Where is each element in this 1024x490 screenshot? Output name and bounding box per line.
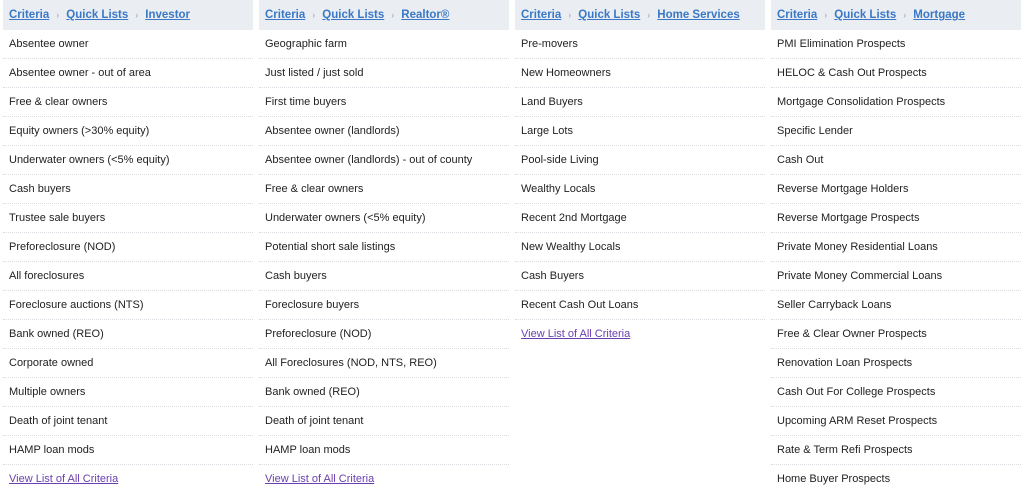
list-item[interactable]: HAMP loan mods (259, 436, 509, 465)
breadcrumb-link-mortgage[interactable]: Mortgage (913, 9, 965, 21)
list-item[interactable]: Preforeclosure (NOD) (259, 320, 509, 349)
list-item[interactable]: First time buyers (259, 88, 509, 117)
list-item[interactable]: Upcoming ARM Reset Prospects (771, 407, 1021, 436)
list-item[interactable]: Specific Lender (771, 117, 1021, 146)
breadcrumb-separator-icon: › (647, 10, 651, 20)
breadcrumb-separator-icon: › (391, 10, 395, 20)
breadcrumb: Criteria › Quick Lists › Mortgage (771, 0, 1021, 30)
list-item[interactable]: Land Buyers (515, 88, 765, 117)
view-all-criteria-link[interactable]: View List of All Criteria (521, 328, 630, 340)
list-item[interactable]: New Wealthy Locals (515, 233, 765, 262)
breadcrumb: Criteria › Quick Lists › Home Services (515, 0, 765, 30)
list-item[interactable]: Multiple owners (3, 378, 253, 407)
breadcrumb-link-criteria[interactable]: Criteria (521, 9, 561, 21)
list-item[interactable]: Death of joint tenant (3, 407, 253, 436)
breadcrumb-link-criteria[interactable]: Criteria (777, 9, 817, 21)
list-item[interactable]: All foreclosures (3, 262, 253, 291)
list-item[interactable]: Cash Buyers (515, 262, 765, 291)
list-item[interactable]: Recent Cash Out Loans (515, 291, 765, 320)
breadcrumb: Criteria › Quick Lists › Investor (3, 0, 253, 30)
breadcrumb-link-home-services[interactable]: Home Services (657, 9, 739, 21)
list-item[interactable]: Pool-side Living (515, 146, 765, 175)
list-item[interactable]: Underwater owners (<5% equity) (259, 204, 509, 233)
quick-list-column-home-services: Criteria › Quick Lists › Home Services Pre-mo… (512, 0, 768, 490)
breadcrumb-link-quick-lists[interactable]: Quick Lists (834, 9, 896, 21)
list-item[interactable]: Foreclosure buyers (259, 291, 509, 320)
breadcrumb-separator-icon: › (568, 10, 572, 20)
list-item[interactable]: Reverse Mortgage Prospects (771, 204, 1021, 233)
list-item[interactable]: Cash Out For College Prospects (771, 378, 1021, 407)
list-item[interactable]: Death of joint tenant (259, 407, 509, 436)
quick-lists-columns: Criteria › Quick Lists › Investor Absentee ow… (0, 0, 1024, 490)
list-item[interactable]: Home Buyer Prospects (771, 465, 1021, 490)
breadcrumb-separator-icon: › (903, 10, 907, 20)
list-item[interactable]: Reverse Mortgage Holders (771, 175, 1021, 204)
breadcrumb-separator-icon: › (824, 10, 828, 20)
list-item[interactable]: Large Lots (515, 117, 765, 146)
criteria-list: Absentee owner Absentee owner - out of ar… (3, 30, 253, 490)
list-item[interactable]: HAMP loan mods (3, 436, 253, 465)
list-item[interactable]: Foreclosure auctions (NTS) (3, 291, 253, 320)
list-item[interactable]: Geographic farm (259, 30, 509, 59)
list-item[interactable]: Underwater owners (<5% equity) (3, 146, 253, 175)
list-item[interactable]: Wealthy Locals (515, 175, 765, 204)
list-item[interactable]: Free & clear owners (259, 175, 509, 204)
list-item[interactable]: Renovation Loan Prospects (771, 349, 1021, 378)
breadcrumb-link-quick-lists[interactable]: Quick Lists (578, 9, 640, 21)
list-item[interactable]: New Homeowners (515, 59, 765, 88)
breadcrumb-link-criteria[interactable]: Criteria (9, 9, 49, 21)
list-item[interactable]: Rate & Term Refi Prospects (771, 436, 1021, 465)
criteria-list: Geographic farm Just listed / just sold Fi… (259, 30, 509, 490)
list-item[interactable]: Bank owned (REO) (259, 378, 509, 407)
list-item[interactable]: Absentee owner - out of area (3, 59, 253, 88)
list-item[interactable]: PMI Elimination Prospects (771, 30, 1021, 59)
list-item[interactable]: Mortgage Consolidation Prospects (771, 88, 1021, 117)
view-all-criteria-item: View List of All Criteria (515, 320, 765, 349)
list-item[interactable]: Bank owned (REO) (3, 320, 253, 349)
list-item[interactable]: Seller Carryback Loans (771, 291, 1021, 320)
breadcrumb-link-criteria[interactable]: Criteria (265, 9, 305, 21)
breadcrumb-separator-icon: › (56, 10, 60, 20)
view-all-criteria-item: View List of All Criteria (3, 465, 253, 490)
list-item[interactable]: Cash buyers (3, 175, 253, 204)
breadcrumb: Criteria › Quick Lists › Realtor® (259, 0, 509, 30)
criteria-list: PMI Elimination Prospects HELOC & Cash Ou… (771, 30, 1021, 490)
list-item[interactable]: Corporate owned (3, 349, 253, 378)
list-item[interactable]: Free & Clear Owner Prospects (771, 320, 1021, 349)
list-item[interactable]: Preforeclosure (NOD) (3, 233, 253, 262)
breadcrumb-separator-icon: › (312, 10, 316, 20)
list-item[interactable]: Absentee owner (landlords) - out of coun… (259, 146, 509, 175)
list-item[interactable]: Cash buyers (259, 262, 509, 291)
quick-list-column-realtor: Criteria › Quick Lists › Realtor® Geographic … (256, 0, 512, 490)
list-item[interactable]: HELOC & Cash Out Prospects (771, 59, 1021, 88)
breadcrumb-link-quick-lists[interactable]: Quick Lists (66, 9, 128, 21)
criteria-list: Pre-movers New Homeowners Land Buyers Large… (515, 30, 765, 349)
list-item[interactable]: All Foreclosures (NOD, NTS, REO) (259, 349, 509, 378)
list-item[interactable]: Absentee owner (3, 30, 253, 59)
breadcrumb-link-investor[interactable]: Investor (145, 9, 190, 21)
list-item[interactable]: Free & clear owners (3, 88, 253, 117)
list-item[interactable]: Private Money Commercial Loans (771, 262, 1021, 291)
list-item[interactable]: Potential short sale listings (259, 233, 509, 262)
breadcrumb-separator-icon: › (135, 10, 139, 20)
view-all-criteria-item: View List of All Criteria (259, 465, 509, 490)
list-item[interactable]: Absentee owner (landlords) (259, 117, 509, 146)
list-item[interactable]: Private Money Residential Loans (771, 233, 1021, 262)
list-item[interactable]: Trustee sale buyers (3, 204, 253, 233)
view-all-criteria-link[interactable]: View List of All Criteria (9, 473, 118, 485)
list-item[interactable]: Equity owners (>30% equity) (3, 117, 253, 146)
quick-list-column-investor: Criteria › Quick Lists › Investor Absentee ow… (0, 0, 256, 490)
breadcrumb-link-quick-lists[interactable]: Quick Lists (322, 9, 384, 21)
list-item[interactable]: Pre-movers (515, 30, 765, 59)
quick-list-column-mortgage: Criteria › Quick Lists › Mortgage PMI Elimina… (768, 0, 1024, 490)
list-item[interactable]: Just listed / just sold (259, 59, 509, 88)
breadcrumb-link-realtor[interactable]: Realtor® (401, 9, 449, 21)
list-item[interactable]: Cash Out (771, 146, 1021, 175)
view-all-criteria-link[interactable]: View List of All Criteria (265, 473, 374, 485)
list-item[interactable]: Recent 2nd Mortgage (515, 204, 765, 233)
